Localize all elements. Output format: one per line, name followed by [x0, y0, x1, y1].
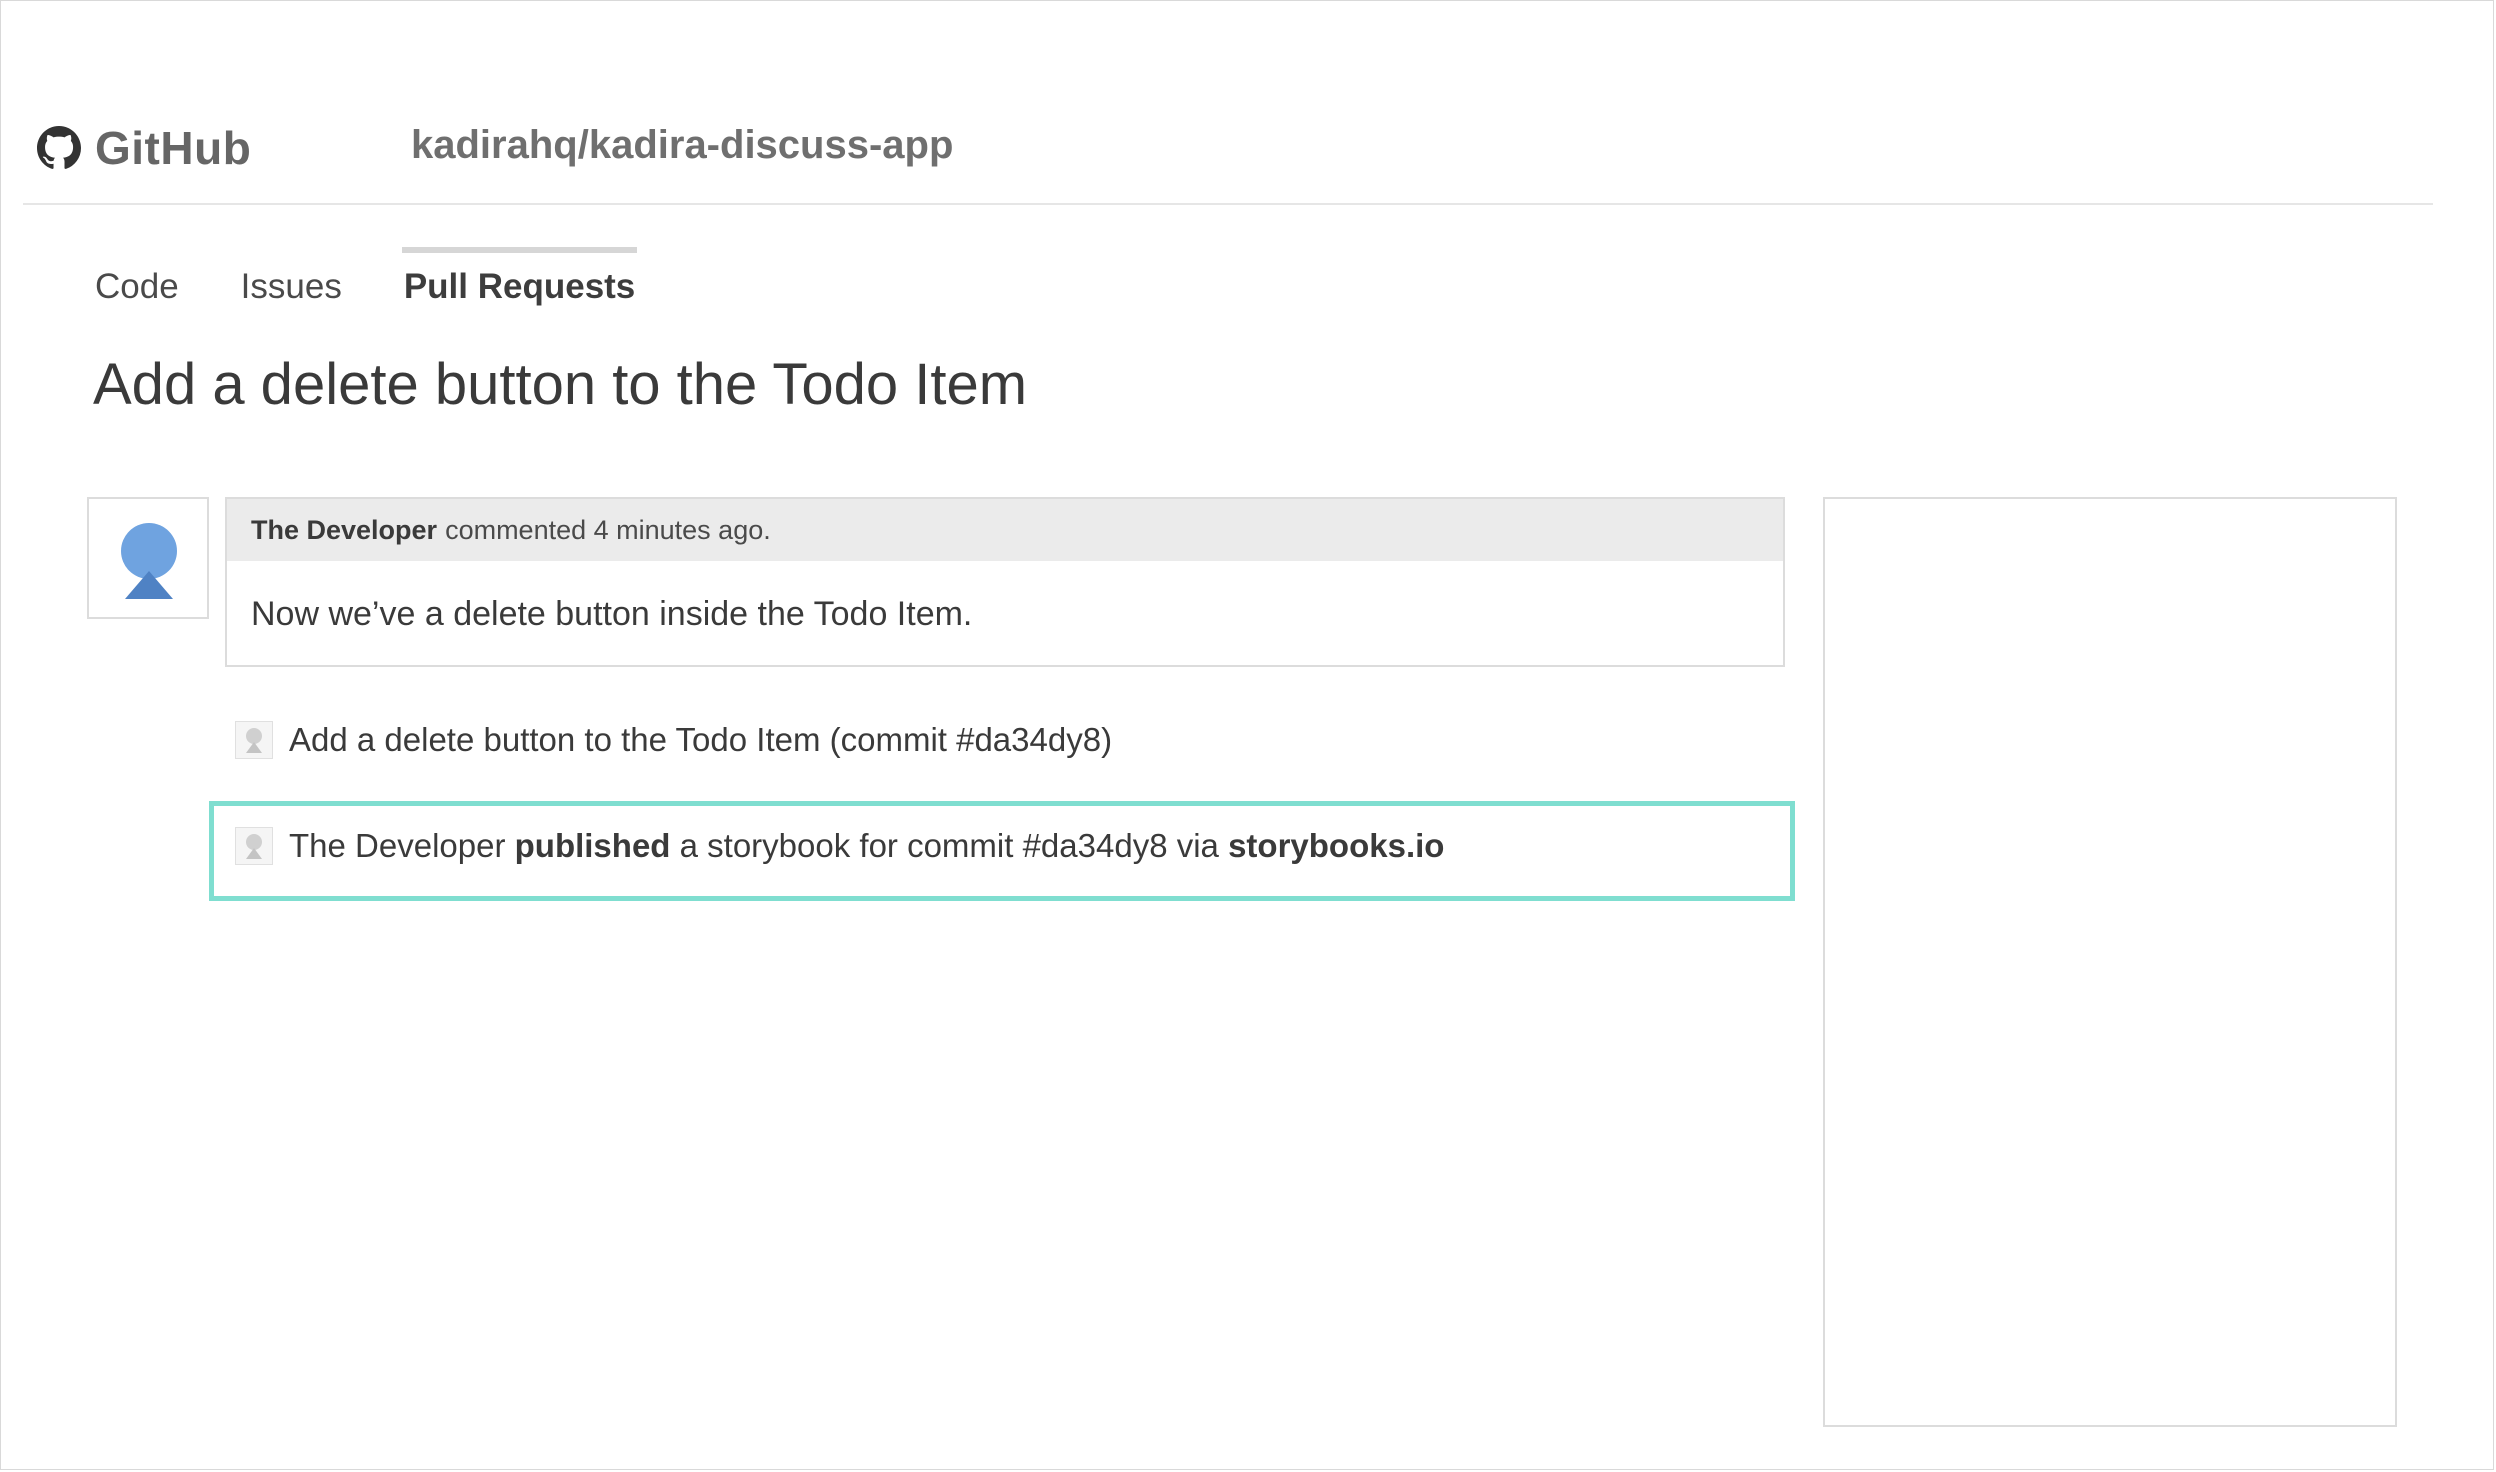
github-octocat-icon: [37, 126, 81, 169]
page-title: Add a delete button to the Todo Item: [93, 352, 1028, 417]
repo-tabs: Code Issues Pull Requests: [95, 247, 638, 313]
comment-meta: commented 4 minutes ago.: [445, 514, 771, 545]
comment-header: The Developer commented 4 minutes ago.: [227, 499, 1783, 561]
user-small-icon: [235, 827, 273, 865]
event-detail: a storybook for commit #da34dy8 via: [679, 827, 1219, 864]
tab-pull-requests[interactable]: Pull Requests: [401, 247, 638, 313]
comment-author[interactable]: The Developer: [251, 515, 437, 546]
repo-name[interactable]: kadirahq/kadira-discuss-app: [411, 123, 953, 168]
top-header: GitHub kadirahq/kadira-discuss-app: [23, 81, 2433, 205]
commit-event-text[interactable]: Add a delete button to the Todo Item (co…: [289, 721, 1112, 759]
github-logo[interactable]: GitHub: [37, 121, 251, 175]
tab-issues[interactable]: Issues: [241, 253, 342, 313]
brand-name: GitHub: [95, 122, 252, 174]
comment-body: Now we’ve a delete button inside the Tod…: [251, 595, 973, 633]
event-actor: The Developer: [289, 827, 506, 864]
commit-event: Add a delete button to the Todo Item (co…: [235, 721, 1112, 759]
tab-code[interactable]: Code: [95, 253, 179, 313]
avatar[interactable]: [87, 497, 209, 619]
storybook-event: The Developer published a storybook for …: [235, 827, 1444, 865]
user-avatar-icon: [121, 523, 177, 599]
user-small-icon: [235, 721, 273, 759]
comment-card: The Developer commented 4 minutes ago. N…: [225, 497, 1785, 667]
sidebar-panel: [1823, 497, 2397, 1427]
storybooks-link[interactable]: storybooks.io: [1228, 827, 1444, 865]
app-frame: GitHub kadirahq/kadira-discuss-app Code …: [0, 0, 2494, 1470]
event-action: published: [514, 827, 671, 864]
